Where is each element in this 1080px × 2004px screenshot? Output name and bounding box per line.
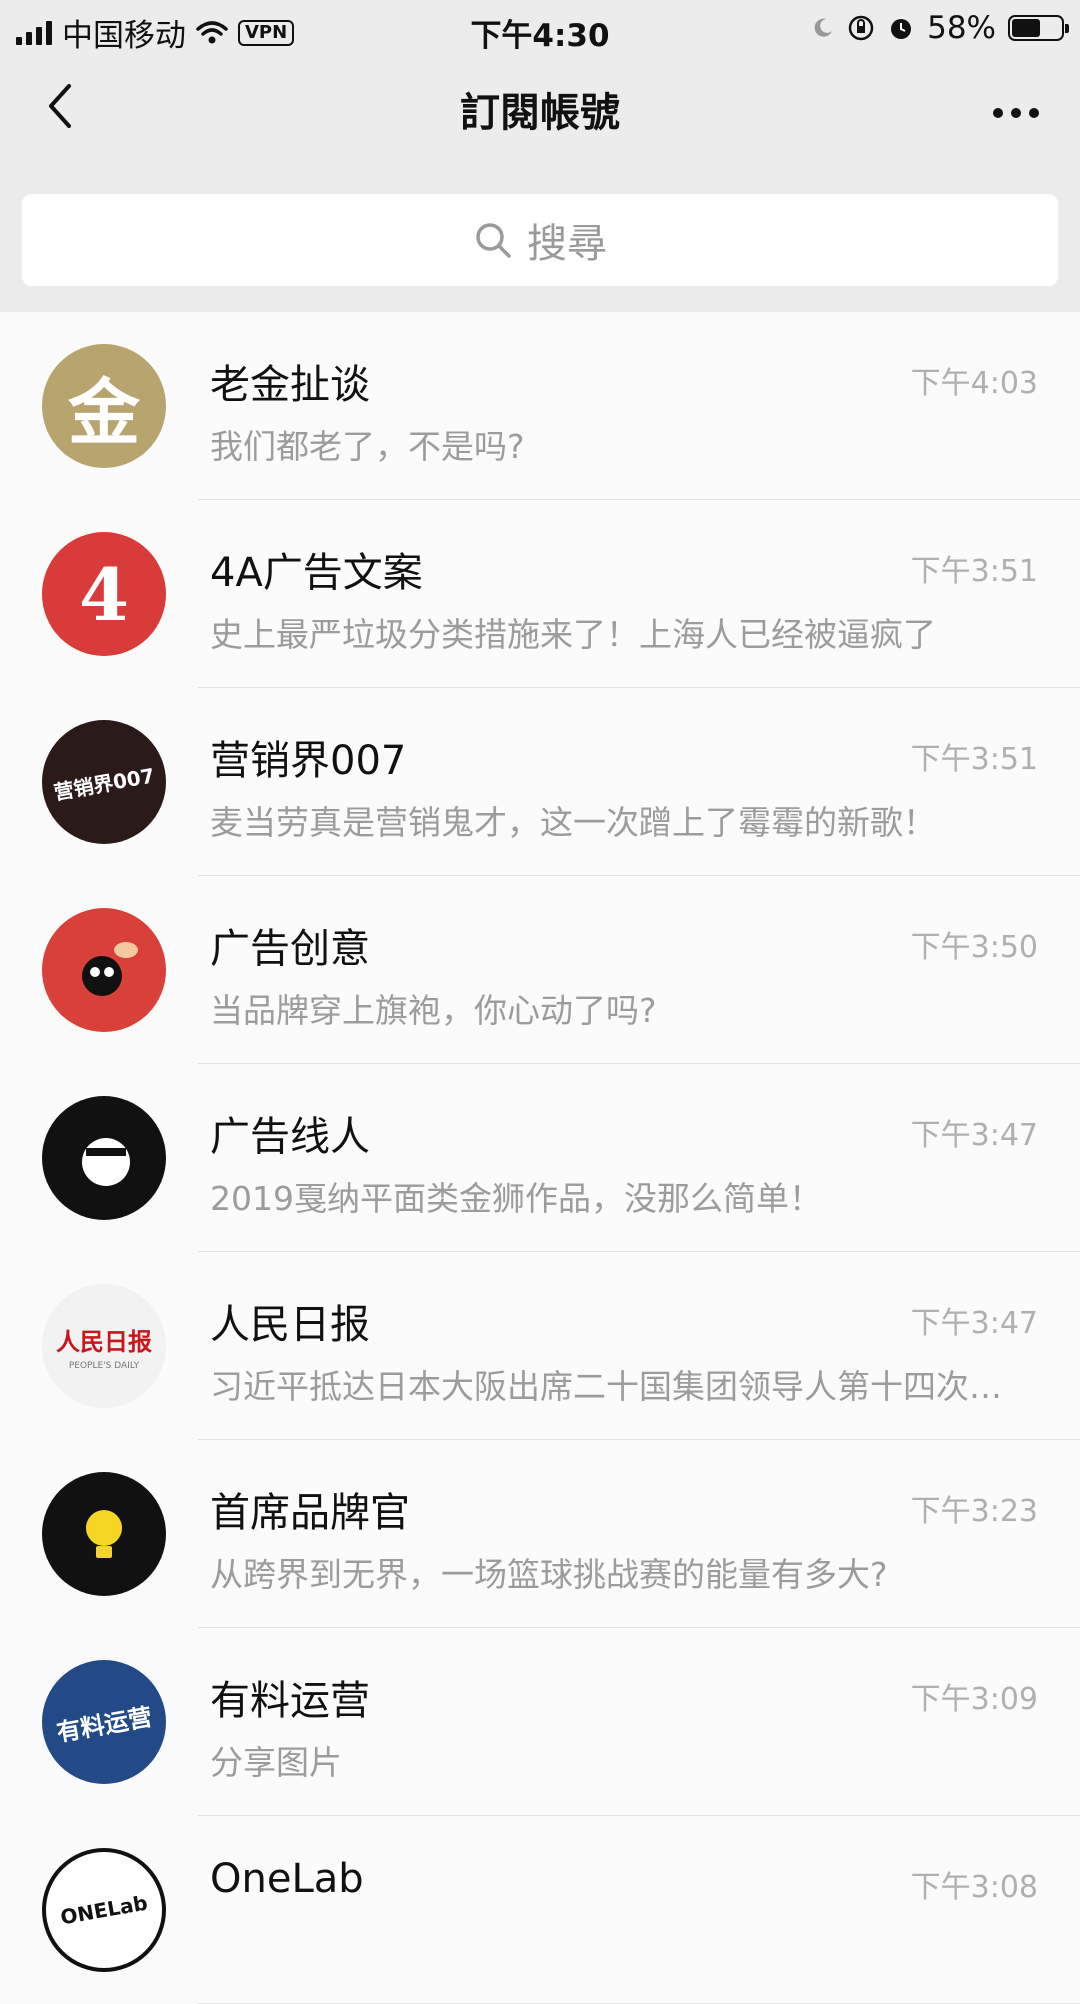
avatar: 人民日报 PEOPLE'S DAILY [42,1284,166,1408]
account-name: 广告线人 [210,1114,370,1160]
message-preview: 习近平抵达日本大阪出席二十国集团领导人第十四次峰会 [210,1367,1032,1406]
alarm-icon [891,19,912,39]
timestamp: 下午3:23 [910,1494,1038,1529]
account-name: OneLab [210,1856,364,1902]
list-item[interactable]: 有料运营 有料运营 下午3:09 分享图片 [0,1628,1080,1816]
avatar-text: 营销界007 [52,762,157,805]
list-item[interactable]: ONELab OneLab 下午3:08 [0,1816,1080,2004]
message-preview: 我们都老了，不是吗? [210,427,525,466]
account-name: 首席品牌官 [210,1490,410,1536]
account-name: 营销界007 [210,738,407,784]
avatar-text: 有料运营 [54,1702,155,1747]
timestamp: 下午3:47 [910,1306,1038,1341]
list-item[interactable]: 营销界007 营销界007 下午3:51 麦当劳真是营销鬼才，这一次蹭上了霉霉的新歌！ [0,688,1080,876]
more-dots-icon [993,108,1039,118]
avatar-image-icon [82,942,138,996]
message-preview: 史上最严垃圾分类措施来了！上海人已经被逼疯了 [210,615,936,654]
list-item[interactable]: 首席品牌官 下午3:23 从跨界到无界，一场篮球挑战赛的能量有多大? [0,1440,1080,1628]
account-name: 4A广告文案 [210,550,423,596]
timestamp: 下午3:51 [910,742,1038,777]
avatar [42,1472,166,1596]
timestamp: 下午3:08 [910,1870,1038,1905]
subscription-list: 金老金扯谈 下午4:03 我们都老了，不是吗? 4 4A广告文案 下午3:51 史上最严垃圾… [0,312,1080,2004]
moon-icon [814,18,833,37]
avatar: ONELab [42,1848,166,1972]
battery-icon [1008,15,1069,41]
avatar: 4 [42,532,166,656]
avatar-subtext: PEOPLE'S DAILY [68,1360,140,1371]
avatar [42,908,166,1032]
list-item[interactable]: 金 老金扯谈 下午4:03 我们都老了，不是吗? [0,312,1080,500]
avatar: 金 [42,344,166,468]
search-input[interactable]: 搜尋 [22,194,1058,286]
top-area: 中国移动 VPN 下午4:30 58% 訂閱帳號 搜尋 [0,0,1080,312]
orientation-lock-icon [848,15,874,41]
battery-percent: 58% [927,10,996,46]
message-preview: 当品牌穿上旗袍，你心动了吗? [210,991,657,1030]
page-title: 訂閱帳號 [460,90,620,136]
avatar [42,1096,166,1220]
avatar-image-icon [82,1138,130,1186]
list-item[interactable]: 广告创意 下午3:50 当品牌穿上旗袍，你心动了吗? [0,876,1080,1064]
message-preview: 2019戛纳平面类金狮作品，没那么简单！ [210,1179,822,1218]
list-item[interactable]: 4 4A广告文案 下午3:51 史上最严垃圾分类措施来了！上海人已经被逼疯了 [0,500,1080,688]
search-icon [476,223,511,258]
avatar: 有料运营 [42,1660,166,1784]
timestamp: 下午3:09 [910,1682,1038,1717]
timestamp: 下午3:47 [910,1118,1038,1153]
message-preview: 麦当劳真是营销鬼才，这一次蹭上了霉霉的新歌！ [210,803,936,842]
avatar: 营销界007 [42,720,166,844]
message-preview: 分享图片 [210,1743,342,1782]
list-item[interactable]: 人民日报 PEOPLE'S DAILY 人民日报 下午3:47 习近平抵达日本大阪出席二… [0,1252,1080,1440]
timestamp: 下午4:03 [910,366,1038,401]
timestamp: 下午3:50 [910,930,1038,965]
status-right: 58% [811,10,1069,46]
message-preview: 从跨界到无界，一场篮球挑战赛的能量有多大? [210,1555,888,1594]
list-item[interactable]: 广告线人 下午3:47 2019戛纳平面类金狮作品，没那么简单！ [0,1064,1080,1252]
avatar-text: 4 [78,551,130,637]
status-bar: 中国移动 VPN 下午4:30 58% [0,0,1080,54]
account-name: 人民日报 [210,1302,370,1348]
more-button[interactable] [992,90,1040,120]
avatar-text: ONELab [58,1890,150,1930]
account-name: 有料运营 [210,1678,370,1724]
avatar-text: 金 [67,369,140,455]
timestamp: 下午3:51 [910,554,1038,589]
nav-bar: 訂閱帳號 [0,54,1080,164]
account-name: 老金扯谈 [210,362,370,408]
account-name: 广告创意 [210,926,370,972]
search-placeholder: 搜尋 [527,221,607,267]
avatar-text: 人民日报 [56,1327,152,1356]
avatar-image-icon [86,1510,122,1558]
